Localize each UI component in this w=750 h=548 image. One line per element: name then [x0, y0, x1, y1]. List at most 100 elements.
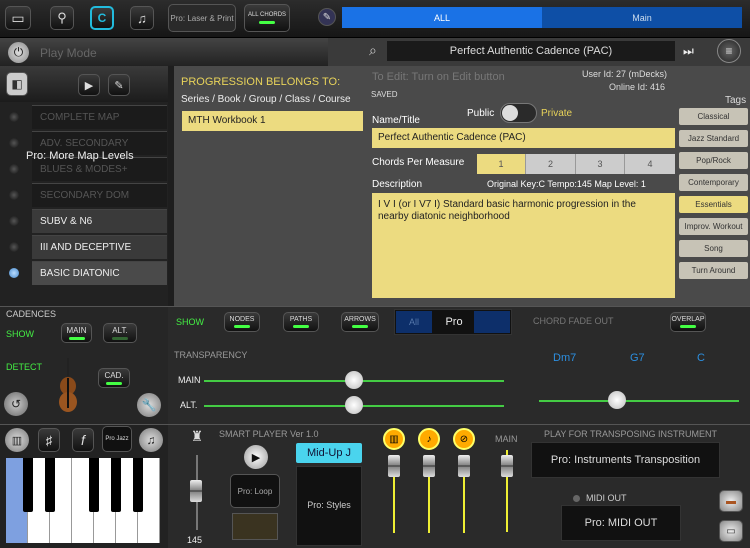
tag-button[interactable]: Contemporary — [679, 174, 748, 191]
metronome-icon[interactable]: ♜ — [186, 428, 208, 448]
cad-label: CAD. — [104, 371, 124, 380]
name-field[interactable]: Perfect Authentic Cadence (PAC) — [372, 128, 675, 148]
map-level-item[interactable]: III AND DECEPTIVE — [32, 235, 167, 259]
pro-loop-button[interactable]: Pro: Loop — [230, 474, 280, 508]
notes-button[interactable]: ♫ — [139, 428, 163, 452]
guitar-channel-icon[interactable]: ♪ — [418, 428, 440, 450]
map-level-radio[interactable] — [8, 137, 20, 149]
pro-midi-out-button[interactable]: Pro: MIDI OUT — [561, 505, 681, 541]
search-icon[interactable]: ⌕ — [369, 42, 377, 59]
cpm-option-2[interactable]: 2 — [526, 154, 576, 174]
tag-button[interactable]: Essentials — [679, 196, 748, 213]
map-level-item[interactable]: COMPLETE MAP — [32, 105, 167, 129]
piano-black-key[interactable] — [23, 458, 33, 512]
tag-button[interactable]: Jazz Standard — [679, 130, 748, 147]
map-pin-button[interactable]: ⚲ — [50, 6, 74, 30]
sidebar-toggle-button[interactable]: ◧ — [6, 72, 28, 96]
pro-styles-button[interactable]: Pro: Styles — [296, 496, 362, 514]
piano-black-key[interactable] — [89, 458, 99, 512]
map-level-radio[interactable] — [8, 163, 20, 175]
main-transparency-knob[interactable] — [345, 371, 363, 389]
public-private-toggle[interactable] — [500, 103, 537, 123]
all-chords-button[interactable]: ALL CHORDS — [244, 4, 290, 32]
play-button[interactable]: ▶ — [78, 74, 100, 96]
description-field[interactable]: I V I (or I V7 I) Standard basic harmoni… — [372, 193, 675, 298]
sax-button[interactable]: ♯ — [38, 428, 60, 452]
tag-button[interactable]: Improv. Workout — [679, 218, 748, 235]
play-pause-icon: ▶ — [251, 451, 261, 464]
folder-button[interactable]: ▭ — [5, 6, 31, 30]
power-button[interactable]: ⏻ — [8, 42, 29, 63]
tags-heading: Tags — [725, 95, 747, 106]
tempo-fader[interactable] — [190, 480, 202, 502]
cpm-2-label: 2 — [547, 159, 553, 169]
save-folder-button[interactable]: ▭ — [719, 520, 743, 542]
chord-fade-knob[interactable] — [608, 391, 626, 409]
guitar-fader[interactable] — [423, 455, 435, 477]
filter-all-tab[interactable]: ALL — [342, 7, 542, 28]
display-mode-all[interactable]: All — [396, 311, 432, 333]
piano-black-key[interactable] — [45, 458, 55, 512]
main-fader[interactable] — [501, 455, 513, 477]
drums-channel-icon[interactable]: ⊘ — [453, 428, 475, 450]
pro-midi-label: Pro: MIDI OUT — [584, 517, 658, 529]
map-level-item[interactable]: SUBV & N6 — [32, 209, 167, 233]
tag-button[interactable]: Song — [679, 240, 748, 257]
paths-button[interactable]: PATHS — [283, 312, 319, 332]
overlap-button[interactable]: OVERLAP — [670, 312, 706, 332]
menu-button[interactable]: ≡ — [717, 39, 741, 63]
music-note-button[interactable]: ♫ — [130, 6, 154, 30]
alt-transparency-knob[interactable] — [345, 396, 363, 414]
pro-map-levels-overlay[interactable]: Pro: More Map Levels — [26, 150, 134, 162]
cadence-alt-button[interactable]: ALT. — [103, 323, 137, 343]
style-select[interactable]: Mid-Up J — [296, 443, 362, 463]
tag-button[interactable]: Pop/Rock — [679, 152, 748, 169]
piano-channel-icon[interactable]: ▥ — [383, 428, 405, 450]
open-folder-button[interactable]: ▬ — [719, 490, 743, 512]
nodes-button[interactable]: NODES — [224, 312, 260, 332]
map-level-item[interactable]: BASIC DIATONIC — [32, 261, 167, 285]
progression-title-field[interactable]: Perfect Authentic Cadence (PAC) — [387, 41, 675, 61]
drums-fader[interactable] — [458, 455, 470, 477]
cadence-cad-button[interactable]: CAD. — [98, 368, 130, 388]
bass-f-button[interactable]: f — [72, 428, 94, 452]
pro-transpose-button[interactable]: Pro: Instruments Transposition — [531, 442, 720, 478]
next-track-icon[interactable]: ⏭ — [683, 44, 694, 59]
paths-led — [293, 325, 309, 328]
cadence-main-button[interactable]: MAIN — [61, 323, 92, 343]
key-c-button[interactable]: C — [90, 6, 114, 30]
chord-dm7: Dm7 — [553, 352, 577, 364]
tag-button[interactable]: Turn Around — [679, 262, 748, 279]
cpm-option-4[interactable]: 4 — [625, 154, 675, 174]
piano-fader[interactable] — [388, 455, 400, 477]
midi-out-label: MIDI OUT — [586, 493, 627, 503]
edit-button[interactable]: ✎ — [108, 74, 130, 96]
display-mode-third[interactable] — [474, 311, 510, 333]
arrows-led — [352, 325, 368, 328]
map-level-radio[interactable] — [8, 111, 20, 123]
map-level-radio[interactable] — [8, 189, 20, 201]
map-level-radio[interactable] — [8, 241, 20, 253]
play-mode-label: Play Mode — [40, 46, 97, 60]
pro-laser-print-button[interactable]: Pro: Laser & Print — [168, 4, 236, 32]
play-pause-button[interactable]: ▶ — [244, 445, 268, 469]
belongs-value-field[interactable]: MTH Workbook 1 — [182, 111, 363, 131]
settings-button[interactable]: 🔧 — [137, 393, 161, 417]
map-level-radio[interactable] — [8, 267, 20, 279]
filter-main-tab[interactable]: Main — [542, 7, 742, 28]
display-mode-pro[interactable]: Pro — [436, 311, 472, 333]
cpm-option-3[interactable]: 3 — [576, 154, 625, 174]
pencil-button[interactable]: ✎ — [318, 8, 336, 26]
piano-black-key[interactable] — [133, 458, 143, 512]
map-level-radio[interactable] — [8, 215, 20, 227]
piano-button[interactable]: ▥ — [5, 428, 29, 452]
cpm-option-1[interactable]: 1 — [477, 154, 526, 174]
piano-black-key[interactable] — [111, 458, 121, 512]
violin-icon — [58, 358, 78, 414]
history-button[interactable]: ↺ — [4, 392, 28, 416]
chord-fade-slider[interactable] — [539, 400, 739, 402]
tag-button[interactable]: Classical — [679, 108, 748, 125]
map-level-item[interactable]: SECONDARY DOM — [32, 183, 167, 207]
pro-jazz-button[interactable]: Pro Jazz — [102, 426, 132, 452]
arrows-button[interactable]: ARROWS — [341, 312, 379, 332]
